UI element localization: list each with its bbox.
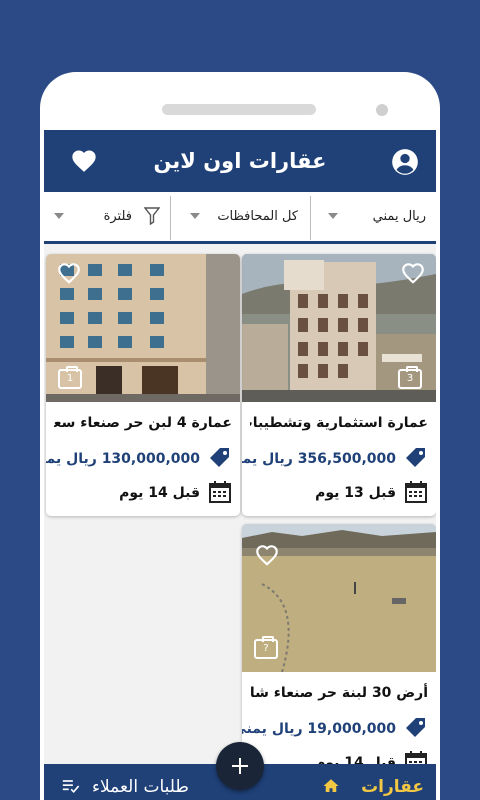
calendar-icon xyxy=(209,481,231,503)
divider xyxy=(310,196,311,240)
listing-price: 19,000,000 ريال يمني xyxy=(242,721,396,737)
tab-properties-label: عقارات xyxy=(361,777,424,797)
app-bar: عقارات اون لاين xyxy=(44,130,436,192)
listing-date-row: قبل 13 يوم xyxy=(248,480,430,506)
app-screen: عقارات اون لاين ريال يمني كل المحافظات ف… xyxy=(44,130,436,800)
currency-label: ريال يمني xyxy=(372,209,426,224)
photo-count-icon: ? xyxy=(254,636,278,659)
listing-title: عمارة 4 لبن حر صنعاء سعوان xyxy=(54,415,232,431)
add-listing-button[interactable] xyxy=(216,742,264,790)
favorite-heart-icon[interactable] xyxy=(254,542,280,568)
photo-count-icon: 1 xyxy=(58,366,82,389)
chevron-down-icon xyxy=(190,213,200,219)
price-tag-icon xyxy=(210,448,229,467)
currency-dropdown[interactable]: ريال يمني xyxy=(310,192,436,241)
favorite-heart-icon[interactable] xyxy=(56,260,82,286)
filter-button[interactable]: فلترة xyxy=(44,192,170,241)
phone-camera xyxy=(376,104,388,116)
list-check-icon xyxy=(62,780,80,794)
filter-funnel-icon xyxy=(144,207,160,225)
chevron-down-icon xyxy=(54,213,64,219)
listing-title: عمارة استثمارية وتشطيبات ... xyxy=(250,415,428,431)
listing-card[interactable]: 3 عمارة استثمارية وتشطيبات ... 356,500,0… xyxy=(242,254,436,516)
listing-price-row: 130,000,000 ريال يمني xyxy=(46,446,234,472)
favorites-heart-icon[interactable] xyxy=(70,147,98,175)
account-circle-icon[interactable] xyxy=(391,148,419,176)
listing-title: أرض 30 لبنة حر صنعاء شارع ا... xyxy=(250,685,428,701)
app-title: عقارات اون لاين xyxy=(153,149,327,173)
listing-card[interactable]: ? أرض 30 لبنة حر صنعاء شارع ا... 19,000,… xyxy=(242,524,436,786)
tab-customer-requests[interactable]: طلبات العملاء xyxy=(44,764,214,800)
calendar-icon xyxy=(405,481,427,503)
photo-count-icon: 3 xyxy=(398,366,422,389)
tab-properties[interactable]: عقارات xyxy=(276,764,436,800)
filter-label: فلترة xyxy=(103,209,132,224)
listing-price-row: 19,000,000 ريال يمني xyxy=(242,716,430,742)
governorate-dropdown[interactable]: كل المحافظات xyxy=(170,192,310,241)
listing-price: 356,500,000 ريال يمني xyxy=(242,451,396,467)
governorate-label: كل المحافظات xyxy=(217,209,298,224)
plus-icon xyxy=(232,758,248,774)
divider xyxy=(170,196,171,240)
filters-bar: ريال يمني كل المحافظات فلترة xyxy=(44,192,436,244)
favorite-heart-icon[interactable] xyxy=(400,260,426,286)
home-icon xyxy=(323,779,339,792)
listing-date: قبل 13 يوم xyxy=(315,485,396,501)
listing-date-row: قبل 14 يوم xyxy=(52,480,234,506)
listing-price: 130,000,000 ريال يمني xyxy=(46,451,200,467)
chevron-down-icon xyxy=(328,213,338,219)
price-tag-icon xyxy=(406,718,425,737)
price-tag-icon xyxy=(406,448,425,467)
listing-card[interactable]: 1 عمارة 4 لبن حر صنعاء سعوان 130,000,000… xyxy=(46,254,240,516)
listing-date: قبل 14 يوم xyxy=(119,485,200,501)
phone-speaker xyxy=(162,104,316,115)
phone-frame: عقارات اون لاين ريال يمني كل المحافظات ف… xyxy=(40,72,440,800)
tab-customer-requests-label: طلبات العملاء xyxy=(92,777,189,797)
listing-price-row: 356,500,000 ريال يمني xyxy=(242,446,430,472)
